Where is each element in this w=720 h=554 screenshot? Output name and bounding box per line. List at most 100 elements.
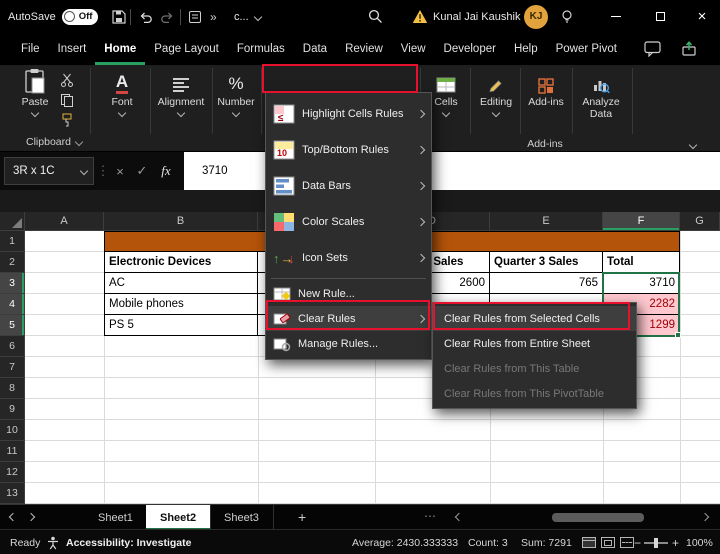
collapse-ribbon-button[interactable] bbox=[688, 135, 698, 153]
autosave-state: Off bbox=[78, 11, 93, 22]
row-header-1[interactable]: 1 bbox=[0, 231, 25, 252]
horizontal-scrollbar-thumb[interactable] bbox=[552, 513, 644, 522]
row-header-6[interactable]: 6 bbox=[0, 336, 25, 357]
accessibility-button[interactable] bbox=[46, 530, 60, 554]
cell-b5[interactable]: PS 5 bbox=[104, 315, 258, 336]
document-name-menu[interactable]: c... bbox=[234, 0, 262, 33]
tab-scroll-right-icon[interactable] bbox=[26, 512, 36, 522]
dialog-launcher-icon[interactable] bbox=[74, 137, 84, 147]
tab-list-overflow[interactable]: ⋯ bbox=[424, 509, 436, 523]
tab-insert[interactable]: Insert bbox=[49, 33, 96, 65]
submenu-item-clear-entire-sheet[interactable]: Clear Rules from Entire Sheet bbox=[433, 331, 636, 356]
fill-handle[interactable] bbox=[675, 332, 681, 338]
row-header-10[interactable]: 10 bbox=[0, 420, 25, 441]
menu-item-color-scales[interactable]: Color Scales bbox=[266, 204, 431, 240]
row-header-4[interactable]: 4 bbox=[0, 294, 25, 315]
cell-b3[interactable]: AC bbox=[104, 273, 258, 294]
tab-developer[interactable]: Developer bbox=[435, 33, 505, 65]
view-page-break-icon[interactable] bbox=[620, 537, 634, 548]
column-header-g[interactable]: G bbox=[680, 212, 720, 231]
analyze-data-button[interactable]: Analyze Data bbox=[576, 68, 626, 120]
cell-b4[interactable]: Mobile phones bbox=[104, 294, 258, 315]
menu-item-data-bars[interactable]: Data Bars bbox=[266, 168, 431, 204]
sheet-tab-sheet1[interactable]: Sheet1 bbox=[84, 505, 148, 530]
column-header-e[interactable]: E bbox=[490, 212, 603, 231]
autosave-toggle[interactable]: AutoSave Off bbox=[8, 0, 99, 33]
undo-button[interactable] bbox=[138, 0, 153, 33]
row-header-2[interactable]: 2 bbox=[0, 252, 25, 273]
sheet-tab-sheet3[interactable]: Sheet3 bbox=[210, 505, 274, 530]
cell-f2[interactable]: Total bbox=[603, 252, 680, 273]
menu-item-top-bottom-rules[interactable]: 10 Top/Bottom Rules bbox=[266, 132, 431, 168]
row-header-13[interactable]: 13 bbox=[0, 483, 25, 504]
view-page-layout-icon[interactable] bbox=[601, 537, 615, 548]
menu-item-icon-sets[interactable]: ↑ → ↓ Icon Sets bbox=[266, 240, 431, 276]
restore-button[interactable] bbox=[640, 0, 680, 33]
cells-group-button[interactable]: Cells bbox=[426, 68, 466, 118]
cell-b2[interactable]: Electronic Devices bbox=[104, 252, 258, 273]
insert-function-button[interactable]: fx bbox=[154, 152, 178, 190]
close-button[interactable]: × bbox=[682, 0, 720, 33]
hscroll-right-icon[interactable] bbox=[700, 512, 710, 522]
zoom-in-button[interactable]: + bbox=[672, 530, 679, 554]
font-group-button[interactable]: A Font bbox=[98, 68, 146, 118]
account-name[interactable]: Kunal Jai Kaushik bbox=[433, 0, 520, 33]
cells-icon bbox=[436, 77, 456, 93]
column-header-a[interactable]: A bbox=[25, 212, 104, 231]
save-button[interactable] bbox=[112, 0, 126, 33]
minimize-button[interactable] bbox=[596, 0, 636, 33]
account-warning[interactable] bbox=[412, 0, 428, 33]
tab-file[interactable]: File bbox=[12, 33, 49, 65]
copy-button[interactable] bbox=[60, 93, 74, 112]
whats-new-button[interactable] bbox=[560, 0, 574, 33]
paste-button[interactable]: Paste bbox=[12, 68, 58, 118]
tab-scroll-left-icon[interactable] bbox=[8, 512, 18, 522]
cell-e2[interactable]: Quarter 3 Sales bbox=[490, 252, 603, 273]
menu-item-manage-rules[interactable]: Manage Rules... bbox=[266, 331, 431, 356]
search-button[interactable] bbox=[368, 0, 383, 33]
clipboard-group-label: Clipboard bbox=[26, 136, 71, 148]
chevron-right-icon bbox=[416, 181, 426, 191]
comments-button[interactable] bbox=[638, 38, 666, 60]
quick-access-overflow-button[interactable]: » bbox=[210, 0, 217, 33]
number-group-button[interactable]: % Number bbox=[214, 68, 258, 118]
zoom-slider-knob[interactable] bbox=[654, 538, 658, 548]
view-normal-icon[interactable] bbox=[582, 537, 596, 548]
account-avatar[interactable]: KJ bbox=[524, 0, 548, 33]
submenu-item-clear-this-pivottable: Clear Rules from This PivotTable bbox=[444, 387, 604, 400]
tab-page-layout[interactable]: Page Layout bbox=[145, 33, 228, 65]
sheet-tab-sheet2[interactable]: Sheet2 bbox=[146, 505, 212, 530]
share-button[interactable] bbox=[674, 38, 706, 60]
tab-data[interactable]: Data bbox=[294, 33, 336, 65]
format-painter-button[interactable] bbox=[60, 113, 74, 132]
tab-help[interactable]: Help bbox=[505, 33, 547, 65]
zoom-out-button[interactable]: − bbox=[634, 530, 641, 554]
zoom-level[interactable]: 100% bbox=[686, 530, 713, 554]
column-header-b[interactable]: B bbox=[104, 212, 258, 231]
accessibility-status[interactable]: Accessibility: Investigate bbox=[66, 530, 191, 554]
cell-e3[interactable]: 765 bbox=[490, 273, 603, 294]
tab-power-pivot[interactable]: Power Pivot bbox=[547, 33, 626, 65]
addins-button[interactable]: Add-ins bbox=[524, 68, 568, 108]
menu-item-highlight-cells-rules[interactable]: ≤ Highlight Cells Rules bbox=[266, 96, 431, 132]
tab-home[interactable]: Home bbox=[95, 33, 145, 65]
tab-review[interactable]: Review bbox=[336, 33, 392, 65]
cut-button[interactable] bbox=[60, 73, 74, 92]
row-header-3[interactable]: 3 bbox=[0, 273, 25, 294]
hscroll-left-icon[interactable] bbox=[454, 512, 464, 522]
new-sheet-button[interactable]: + bbox=[298, 509, 306, 525]
name-box[interactable]: 3R x 1C bbox=[4, 157, 94, 185]
tab-formulas[interactable]: Formulas bbox=[228, 33, 294, 65]
tab-view[interactable]: View bbox=[392, 33, 435, 65]
editing-group-button[interactable]: Editing bbox=[474, 68, 518, 118]
row-header-9[interactable]: 9 bbox=[0, 399, 25, 420]
touch-mode-button[interactable] bbox=[188, 0, 202, 33]
row-header-8[interactable]: 8 bbox=[0, 378, 25, 399]
row-header-12[interactable]: 12 bbox=[0, 462, 25, 483]
column-header-f[interactable]: F bbox=[603, 212, 680, 231]
row-header-7[interactable]: 7 bbox=[0, 357, 25, 378]
alignment-group-button[interactable]: Alignment bbox=[154, 68, 208, 118]
row-header-5[interactable]: 5 bbox=[0, 315, 25, 336]
row-header-11[interactable]: 11 bbox=[0, 441, 25, 462]
select-all-corner[interactable] bbox=[0, 212, 25, 231]
